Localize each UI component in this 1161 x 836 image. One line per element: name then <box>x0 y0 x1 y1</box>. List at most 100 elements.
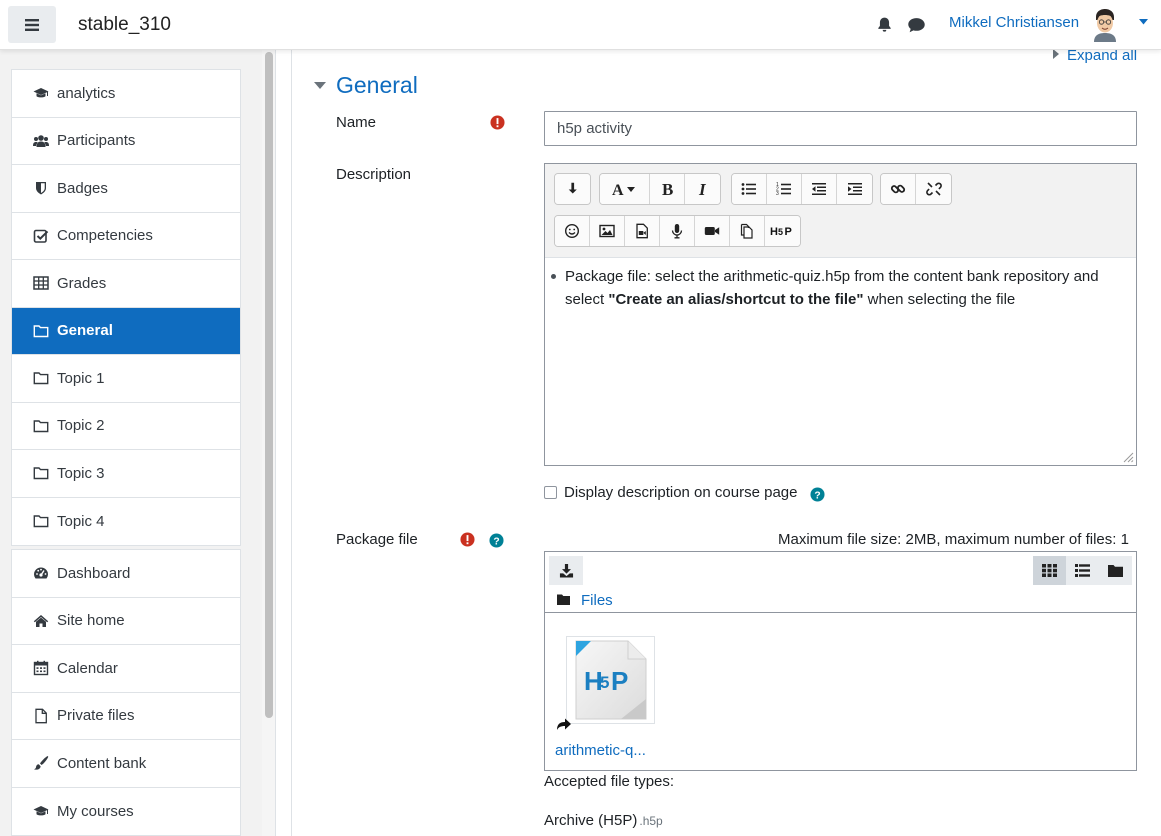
help-icon[interactable]: ? <box>489 533 504 548</box>
file-name-link[interactable]: arithmetic-q... <box>555 742 646 759</box>
italic-icon: I <box>698 181 707 197</box>
manage-files-button[interactable] <box>730 216 765 246</box>
bell-icon[interactable] <box>876 16 893 33</box>
media-button[interactable] <box>625 216 660 246</box>
drawer-toggle-button[interactable] <box>8 6 56 43</box>
emoticon-icon <box>564 223 580 239</box>
folder-icon <box>33 515 49 528</box>
nav-item-badges[interactable]: Badges <box>12 165 240 213</box>
collapse-icon <box>568 182 577 194</box>
manage-files-icon <box>740 223 753 239</box>
nav-item-participants[interactable]: Participants <box>12 118 240 165</box>
h5p-button[interactable]: H5P <box>765 216 800 246</box>
caret-down-icon[interactable] <box>314 82 326 90</box>
nav-item-calendar[interactable]: Calendar <box>12 645 240 693</box>
indent-button[interactable] <box>837 174 872 204</box>
nav-item-private-files[interactable]: Private files <box>12 693 240 740</box>
required-icon <box>490 115 505 130</box>
view-tree-button[interactable] <box>1099 556 1132 585</box>
nav-item-label: Competencies <box>57 227 153 245</box>
tachometer-icon <box>34 567 48 579</box>
nav-item-label: General <box>57 322 113 340</box>
svg-text:?: ? <box>814 491 820 502</box>
nav-item-competencies[interactable]: Competencies <box>12 213 240 260</box>
nav-item-topic-1[interactable]: Topic 1 <box>12 355 240 403</box>
font-style-button[interactable]: A <box>600 174 650 204</box>
nav-item-label: Topic 2 <box>57 417 105 435</box>
caret-right-icon <box>1053 49 1059 59</box>
image-button[interactable] <box>590 216 625 246</box>
ordered-list-button[interactable]: 123 <box>767 174 802 204</box>
help-icon[interactable]: ? <box>810 487 825 502</box>
user-name-link[interactable]: Mikkel Christiansen <box>949 14 1079 31</box>
nav-item-topic-3[interactable]: Topic 3 <box>12 450 240 498</box>
resize-handle-icon[interactable] <box>1122 451 1134 463</box>
nav-item-general[interactable]: General <box>12 307 240 355</box>
site-name[interactable]: stable_310 <box>78 14 171 36</box>
nav-item-label: Topic 3 <box>57 464 105 482</box>
unordered-list-icon <box>741 183 756 195</box>
unordered-list-button[interactable] <box>732 174 767 204</box>
description-editor: A B I 123 H5P Package file: select the a… <box>544 163 1137 466</box>
display-description-checkbox[interactable] <box>544 486 557 499</box>
file-manager: Files H 5 P arithmetic-q... <box>544 551 1137 771</box>
nav-item-label: Site home <box>57 612 125 630</box>
site-nav-group: Dashboard Site home Calendar Private fil… <box>11 549 241 836</box>
record-audio-button[interactable] <box>660 216 695 246</box>
emoticon-button[interactable] <box>555 216 590 246</box>
graduation-cap-icon <box>33 88 49 98</box>
nav-item-label: Private files <box>57 707 135 725</box>
nav-item-content-bank[interactable]: Content bank <box>12 740 240 788</box>
record-video-button[interactable] <box>695 216 730 246</box>
list-bullet <box>551 274 556 279</box>
file-manager-toolbar: Files <box>545 552 1136 613</box>
toolbar-group-links <box>880 173 952 205</box>
nav-item-label: Badges <box>57 179 108 197</box>
nav-item-my-courses[interactable]: My courses <box>12 788 240 836</box>
check-square-icon <box>33 229 49 243</box>
indent-icon <box>847 183 862 195</box>
bold-button[interactable]: B <box>650 174 685 204</box>
folder-icon <box>33 467 49 480</box>
svg-text:3: 3 <box>776 191 779 197</box>
link-button[interactable] <box>881 174 916 204</box>
display-description-label[interactable]: Display description on course page <box>564 484 797 501</box>
unlink-button[interactable] <box>916 174 951 204</box>
caret-down-icon[interactable] <box>1139 19 1148 25</box>
nav-item-topic-4[interactable]: Topic 4 <box>12 498 240 546</box>
files-path-link[interactable]: Files <box>581 592 613 609</box>
italic-button[interactable]: I <box>685 174 720 204</box>
drawer-scrollbar-thumb[interactable] <box>265 52 273 718</box>
description-text-part: when selecting the file <box>863 291 1016 308</box>
file-thumbnail[interactable]: H 5 P <box>566 636 655 724</box>
section-title[interactable]: General <box>336 72 418 99</box>
course-nav-group: analytics Participants Badges Competenci… <box>11 69 241 546</box>
svg-text:H: H <box>770 226 778 238</box>
nav-item-dashboard[interactable]: Dashboard <box>12 550 240 598</box>
calendar-icon <box>33 661 49 676</box>
table-icon <box>33 276 49 290</box>
nav-item-label: My courses <box>57 802 134 820</box>
view-icons-button[interactable] <box>1033 556 1066 585</box>
folder-icon <box>33 325 49 337</box>
svg-text:P: P <box>784 226 791 238</box>
svg-text:5: 5 <box>778 227 783 237</box>
add-file-button[interactable] <box>549 556 583 585</box>
nav-item-grades[interactable]: Grades <box>12 260 240 308</box>
nav-item-topic-2[interactable]: Topic 2 <box>12 403 240 450</box>
toolbar-group-collapse <box>554 173 591 205</box>
outdent-button[interactable] <box>802 174 837 204</box>
name-label: Name <box>336 114 377 131</box>
view-list-button[interactable] <box>1066 556 1099 585</box>
graduation-cap-icon <box>33 806 49 816</box>
name-input[interactable] <box>544 111 1137 146</box>
nav-item-analytics[interactable]: analytics <box>12 70 240 118</box>
media-icon <box>636 223 648 239</box>
collapse-button[interactable] <box>555 174 590 204</box>
avatar[interactable] <box>1091 8 1119 42</box>
chat-icon[interactable] <box>907 16 926 34</box>
nav-item-site-home[interactable]: Site home <box>12 598 240 645</box>
nav-item-label: Topic 4 <box>57 512 105 530</box>
svg-text:P: P <box>611 666 628 696</box>
editor-content-area[interactable]: Package file: select the arithmetic-quiz… <box>545 259 1136 465</box>
